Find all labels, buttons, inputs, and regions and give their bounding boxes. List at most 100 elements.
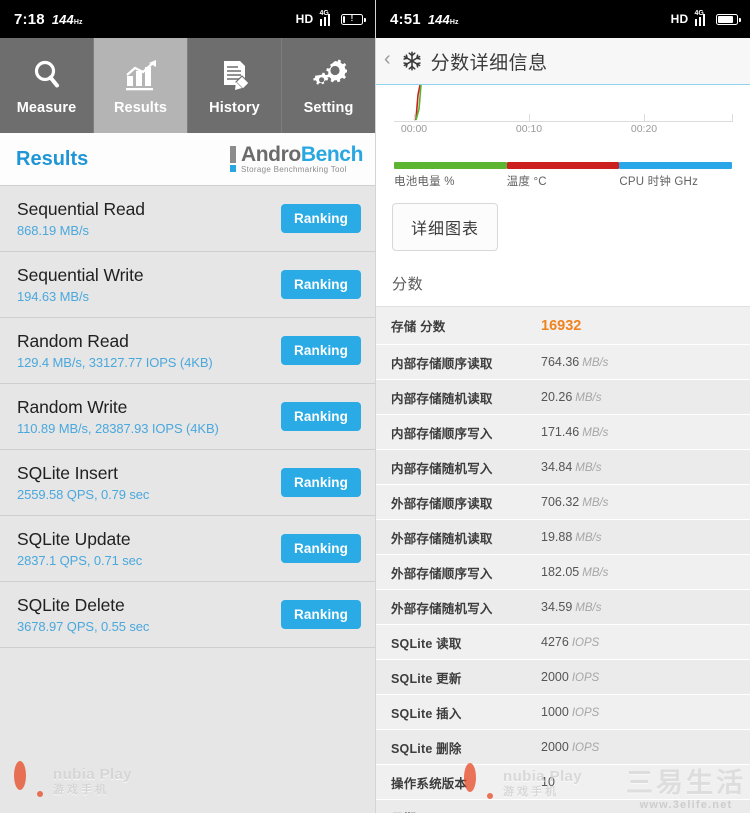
result-text: Sequential Read 868.19 MB/s xyxy=(17,199,145,238)
detail-value: 4月 26 2020 16:50 xyxy=(541,808,644,813)
result-name: SQLite Delete xyxy=(17,595,125,615)
status-bar-left: 7:18 144Hz HD 4G ! xyxy=(0,0,375,38)
detail-key: 外部存储随机写入 xyxy=(391,601,493,616)
detail-chart-button[interactable]: 详细图表 xyxy=(392,203,499,251)
detail-key: SQLite 更新 xyxy=(391,671,462,686)
tab-measure[interactable]: Measure xyxy=(0,38,94,133)
detail-key: SQLite 删除 xyxy=(391,741,462,756)
magnifier-icon xyxy=(30,55,64,95)
ranking-button[interactable]: Ranking xyxy=(281,204,361,233)
tab-setting[interactable]: Setting xyxy=(282,38,375,133)
tab-history-label: History xyxy=(209,100,260,116)
battery-full-icon xyxy=(716,13,741,25)
detail-value: 706.32 MB/s xyxy=(541,495,609,509)
result-name: SQLite Update xyxy=(17,529,131,549)
result-name: Random Read xyxy=(17,331,129,351)
nubia-logo-icon xyxy=(14,760,44,797)
result-value: 2837.1 QPS, 0.71 sec xyxy=(17,553,143,568)
detail-unit: MB/s xyxy=(575,392,602,404)
detail-key: 操作系统版本 xyxy=(391,776,468,791)
detail-value: 2000 IOPS xyxy=(541,740,600,754)
ranking-button[interactable]: Ranking xyxy=(281,534,361,563)
detail-unit: MB/s xyxy=(582,567,609,579)
logo-bars-icon xyxy=(229,146,236,172)
result-value: 110.89 MB/s, 28387.93 IOPS (4KB) xyxy=(17,421,219,436)
result-value: 2559.58 QPS, 0.79 sec xyxy=(17,487,150,502)
status-bar-right: 4:51 144Hz HD 4G xyxy=(376,0,750,38)
legend-item: 温度 °C xyxy=(506,162,620,189)
results-list: Sequential Read 868.19 MB/s Ranking Sequent… xyxy=(0,186,375,648)
detail-key: 内部存储顺序读取 xyxy=(391,356,493,371)
detail-unit: MB/s xyxy=(575,462,602,474)
detail-key: 存储 分数 xyxy=(391,320,446,334)
result-name: Random Write xyxy=(17,397,128,417)
detail-unit: IOPS xyxy=(571,707,600,719)
legend-label: 电池电量 % xyxy=(394,176,455,188)
detail-value: 764.36 MB/s xyxy=(541,355,609,369)
refresh-rate-indicator-right: 144Hz xyxy=(427,11,459,27)
logo-text-bench: Bench xyxy=(300,143,364,166)
score-total-row: 存储 分数 16932 xyxy=(376,306,750,344)
x-tick-2: 00:20 xyxy=(630,123,658,135)
result-name: SQLite Insert xyxy=(17,463,118,483)
detail-unit: MB/s xyxy=(582,427,609,439)
ranking-button[interactable]: Ranking xyxy=(281,402,361,431)
legend-color-swatch xyxy=(506,162,620,169)
hd-voice-icon-right: HD xyxy=(670,12,689,26)
result-text: Random Write 110.89 MB/s, 28387.93 IOPS (… xyxy=(17,397,219,436)
ranking-button[interactable]: Ranking xyxy=(281,336,361,365)
detail-row: SQLite 删除 2000 IOPS xyxy=(376,729,750,764)
status-clock-right: 4:51 xyxy=(390,10,421,28)
back-chevron-icon[interactable]: ‹ xyxy=(382,48,393,74)
ranking-button[interactable]: Ranking xyxy=(281,468,361,497)
detail-row: 日期4月 26 2020 16:50 xyxy=(376,799,750,813)
result-text: SQLite Insert 2559.58 QPS, 0.79 sec xyxy=(17,463,149,502)
result-text: Random Read 129.4 MB/s, 33127.77 IOPS (4K… xyxy=(17,331,213,370)
result-value: 129.4 MB/s, 33127.77 IOPS (4KB) xyxy=(17,355,213,370)
result-text: Sequential Write 194.63 MB/s xyxy=(17,265,144,304)
signal-bars-icon-right: 4G xyxy=(694,10,711,26)
result-value: 194.63 MB/s xyxy=(17,289,89,304)
androbench-logo: AndroBench Storage Benchmarking Tool xyxy=(229,143,364,174)
detail-row: SQLite 读取 4276 IOPS xyxy=(376,624,750,659)
performance-chart[interactable]: 00:00 00:10 00:20 xyxy=(376,85,750,158)
detail-row: 内部存储顺序读取 764.36 MB/s xyxy=(376,344,750,379)
result-text: SQLite Delete 3678.97 QPS, 0.55 sec xyxy=(17,595,149,634)
detail-value: 34.84 MB/s xyxy=(541,460,602,474)
legend-color-swatch xyxy=(619,162,733,169)
antutu-snowflake-icon xyxy=(401,50,423,72)
detail-key: 外部存储顺序读取 xyxy=(391,496,493,511)
detail-unit: MB/s xyxy=(582,497,609,509)
status-left-group-right: 4:51 144Hz xyxy=(390,11,459,28)
dual-screenshot: 7:18 144Hz HD 4G ! Measure Results Histo… xyxy=(0,0,750,813)
detail-row: 操作系统版本 10 xyxy=(376,764,750,799)
result-row: Sequential Read 868.19 MB/s Ranking xyxy=(0,186,375,252)
detail-row: 外部存储随机读取 19.88 MB/s xyxy=(376,519,750,554)
result-row: Random Read 129.4 MB/s, 33127.77 IOPS (4K… xyxy=(0,318,375,384)
detail-value: 1000 IOPS xyxy=(541,705,600,719)
tab-results[interactable]: Results xyxy=(94,38,188,133)
detail-title: 分数详细信息 xyxy=(430,52,548,74)
tab-history[interactable]: History xyxy=(188,38,282,133)
left-pane-androbench: 7:18 144Hz HD 4G ! Measure Results Histo… xyxy=(0,0,375,813)
chart-series-lines xyxy=(413,85,422,121)
ranking-button[interactable]: Ranking xyxy=(281,600,361,629)
detail-row: 外部存储顺序读取 706.32 MB/s xyxy=(376,484,750,519)
detail-unit: MB/s xyxy=(582,357,609,369)
hd-voice-icon: HD xyxy=(295,12,314,26)
detail-unit: IOPS xyxy=(571,672,600,684)
legend-label: CPU 时钟 GHz xyxy=(619,176,699,188)
detail-key: 日期 xyxy=(376,808,541,813)
detail-key: 外部存储顺序写入 xyxy=(391,566,493,581)
detail-row: SQLite 更新 2000 IOPS xyxy=(376,659,750,694)
ranking-button[interactable]: Ranking xyxy=(281,270,361,299)
nubia-watermark-left: nubia Play 游戏手机 xyxy=(14,760,132,797)
detail-value: 20.26 MB/s xyxy=(541,390,602,404)
chart-plot-area xyxy=(394,85,733,122)
network-type-label: 4G xyxy=(319,9,329,17)
status-clock: 7:18 xyxy=(14,10,45,28)
detail-unit: IOPS xyxy=(571,637,600,649)
detail-row: 内部存储随机写入 34.84 MB/s xyxy=(376,449,750,484)
legend-item: 电池电量 % xyxy=(394,162,507,189)
tab-bar: Measure Results History Setting xyxy=(0,38,375,133)
